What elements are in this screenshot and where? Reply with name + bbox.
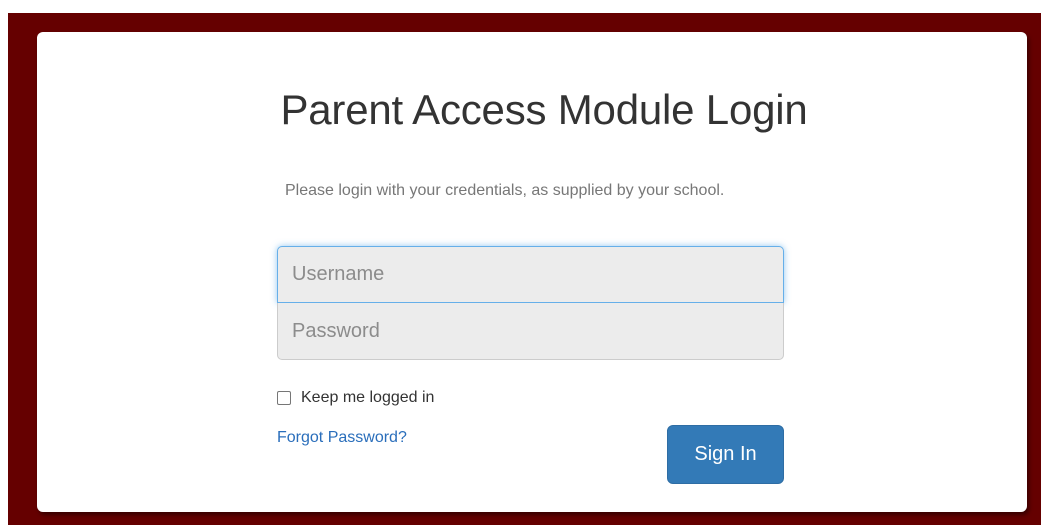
keep-logged-in-checkbox[interactable] xyxy=(277,391,291,405)
forgot-password-link[interactable]: Forgot Password? xyxy=(277,429,407,447)
keep-logged-in-option[interactable]: Keep me logged in xyxy=(277,389,434,407)
keep-logged-in-label: Keep me logged in xyxy=(301,389,435,406)
username-input[interactable] xyxy=(277,246,784,303)
sign-in-button[interactable]: Sign In xyxy=(667,425,784,484)
page-title: Parent Access Module Login xyxy=(280,86,808,133)
password-input[interactable] xyxy=(277,303,784,360)
login-instructions: Please login with your credentials, as s… xyxy=(285,182,725,199)
